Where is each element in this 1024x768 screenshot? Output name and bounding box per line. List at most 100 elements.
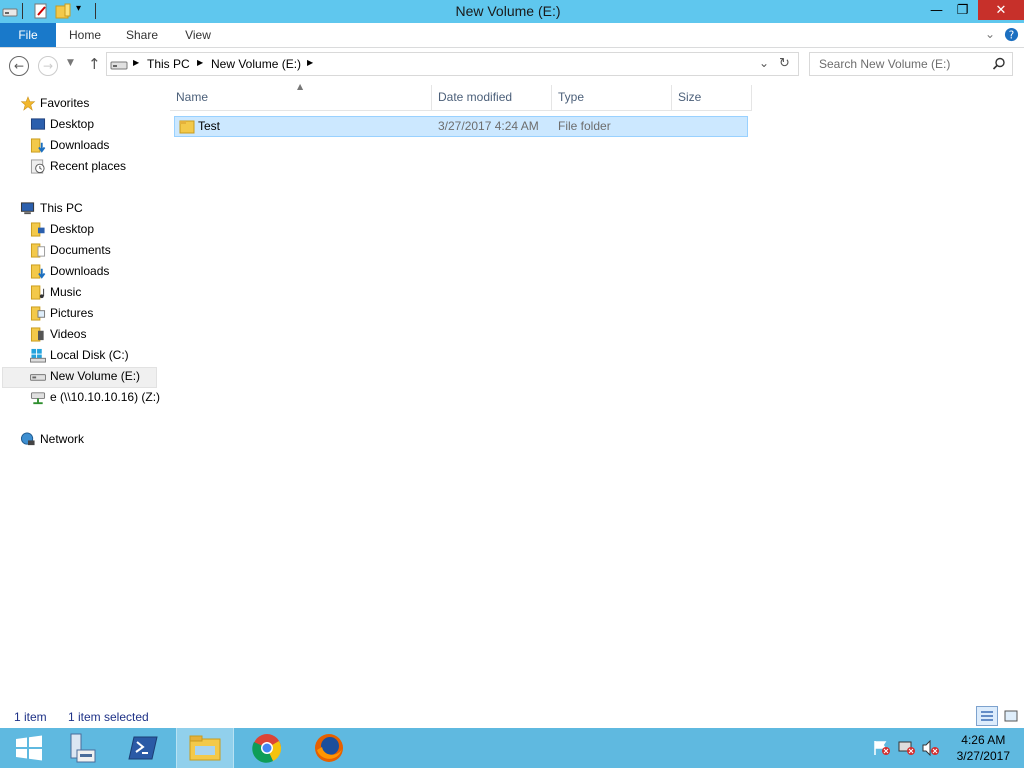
breadcrumb-this-pc[interactable]: This PC bbox=[147, 57, 190, 71]
nav-label: Documents bbox=[50, 243, 111, 257]
drive-icon bbox=[30, 374, 46, 381]
taskbar-firefox[interactable] bbox=[300, 728, 358, 768]
search-placeholder: Search New Volume (E:) bbox=[819, 57, 951, 71]
taskbar-file-explorer[interactable] bbox=[176, 728, 234, 768]
column-header-size[interactable]: Size bbox=[672, 85, 752, 110]
nav-label: Pictures bbox=[50, 306, 94, 320]
windows-logo-icon bbox=[16, 735, 42, 761]
taskbar-server-manager[interactable] bbox=[52, 728, 110, 768]
star-icon bbox=[20, 96, 36, 111]
nav-label: Local Disk (C:) bbox=[50, 348, 129, 362]
breadcrumb-chevron-icon[interactable]: ▶ bbox=[133, 58, 139, 67]
breadcrumb-chevron-icon[interactable]: ▶ bbox=[197, 58, 203, 67]
tab-home[interactable]: Home bbox=[62, 23, 108, 47]
nav-label: Downloads bbox=[50, 138, 110, 152]
close-icon: ✕ bbox=[995, 2, 1007, 18]
start-button[interactable] bbox=[0, 728, 58, 768]
recent-places-icon bbox=[30, 159, 45, 174]
volume-muted-icon[interactable] bbox=[922, 740, 940, 756]
music-icon bbox=[30, 285, 45, 300]
title-bar: ▾ New Volume (E:) — ❐ ✕ bbox=[0, 0, 1024, 23]
taskbar-chrome[interactable] bbox=[238, 728, 296, 768]
forward-button[interactable]: → bbox=[38, 56, 58, 76]
tab-share[interactable]: Share bbox=[120, 23, 164, 47]
nav-label: Downloads bbox=[50, 264, 110, 278]
action-center-flag-icon[interactable] bbox=[873, 740, 891, 756]
taskbar-powershell[interactable] bbox=[114, 728, 172, 768]
folder-icon bbox=[179, 120, 195, 134]
details-view-icon bbox=[981, 711, 993, 721]
nav-label: Network bbox=[40, 432, 85, 446]
address-row: ← → ▼ ↑ ▶ This PC ▶ New Volume (E:) ▶ ⌄ … bbox=[0, 48, 1024, 82]
navigation-pane: Favorites Desktop Downloads Recent place… bbox=[0, 82, 160, 702]
breadcrumb-chevron-icon[interactable]: ▶ bbox=[307, 58, 313, 67]
nav-label: Videos bbox=[50, 327, 87, 341]
restore-icon: ❐ bbox=[956, 2, 969, 18]
header-divider bbox=[170, 110, 752, 111]
recent-locations-dropdown-icon[interactable]: ▼ bbox=[67, 58, 74, 68]
drive-icon bbox=[110, 61, 128, 70]
large-icons-view-button[interactable] bbox=[1000, 706, 1022, 726]
selection-count: 1 item selected bbox=[68, 710, 149, 724]
restore-button[interactable]: ❐ bbox=[949, 0, 976, 20]
nav-label: Recent places bbox=[50, 159, 127, 173]
network-status-icon[interactable] bbox=[898, 740, 916, 756]
expand-ribbon-icon[interactable]: ⌄ bbox=[985, 27, 995, 41]
column-header-type[interactable]: Type bbox=[552, 85, 672, 110]
file-list: ▲ Name Date modified Type Size Test 3/27… bbox=[160, 82, 1024, 702]
windows-drive-icon bbox=[30, 348, 46, 363]
minimize-icon: — bbox=[930, 2, 943, 18]
taskbar: 4:26 AM 3/27/2017 bbox=[0, 728, 1024, 768]
documents-icon bbox=[30, 243, 46, 258]
firefox-icon bbox=[315, 734, 343, 762]
chrome-icon bbox=[252, 734, 282, 763]
desktop-folder-icon bbox=[30, 222, 45, 237]
desktop-icon bbox=[30, 118, 46, 130]
back-button[interactable]: ← bbox=[9, 56, 29, 76]
tab-view[interactable]: View bbox=[178, 23, 218, 47]
help-icon[interactable]: ? bbox=[1004, 27, 1019, 42]
system-clock[interactable]: 4:26 AM 3/27/2017 bbox=[957, 732, 1010, 764]
item-count: 1 item bbox=[14, 710, 47, 724]
minimize-button[interactable]: — bbox=[924, 0, 949, 20]
nav-label: Music bbox=[50, 285, 82, 299]
network-drive-icon bbox=[30, 392, 46, 405]
server-manager-icon bbox=[70, 733, 96, 763]
downloads-icon bbox=[30, 264, 46, 279]
tab-file[interactable]: File bbox=[0, 23, 56, 47]
arrow-left-icon: ← bbox=[13, 59, 25, 73]
file-type: File folder bbox=[558, 119, 611, 133]
status-bar: 1 item 1 item selected bbox=[0, 704, 1024, 728]
videos-icon bbox=[30, 327, 44, 342]
large-icons-view-icon bbox=[1004, 710, 1018, 722]
search-input[interactable]: Search New Volume (E:) bbox=[809, 52, 1013, 76]
svg-text:?: ? bbox=[1009, 29, 1014, 41]
breadcrumb-new-volume[interactable]: New Volume (E:) bbox=[211, 57, 301, 71]
network-icon bbox=[20, 432, 35, 446]
file-date-modified: 3/27/2017 4:24 AM bbox=[438, 119, 539, 133]
column-header-name[interactable]: Name bbox=[170, 85, 432, 110]
clock-date: 3/27/2017 bbox=[956, 749, 1010, 763]
pictures-icon bbox=[30, 306, 46, 321]
computer-icon bbox=[20, 202, 35, 215]
file-row[interactable]: Test 3/27/2017 4:24 AM File folder bbox=[174, 116, 748, 137]
ribbon: File Home Share View ⌄ ? bbox=[0, 23, 1024, 48]
nav-label: Favorites bbox=[40, 96, 90, 110]
search-icon[interactable] bbox=[992, 57, 1006, 71]
column-header-date-modified[interactable]: Date modified bbox=[432, 85, 552, 110]
nav-label: This PC bbox=[40, 201, 83, 215]
nav-label: Desktop bbox=[50, 117, 95, 131]
arrow-right-icon: → bbox=[42, 59, 54, 73]
details-view-button[interactable] bbox=[976, 706, 998, 726]
close-button[interactable]: ✕ bbox=[978, 0, 1024, 20]
up-arrow-icon[interactable]: ↑ bbox=[88, 55, 101, 73]
address-dropdown-icon[interactable]: ⌄ bbox=[759, 56, 769, 70]
nav-label: Desktop bbox=[50, 222, 95, 236]
powershell-icon bbox=[128, 736, 158, 760]
window-title: New Volume (E:) bbox=[455, 3, 561, 19]
file-explorer-icon bbox=[189, 735, 221, 761]
file-name: Test bbox=[198, 119, 221, 133]
refresh-icon[interactable]: ↻ bbox=[779, 56, 790, 71]
downloads-icon bbox=[30, 138, 46, 153]
address-bar[interactable]: ▶ This PC ▶ New Volume (E:) ▶ ⌄ ↻ bbox=[106, 52, 799, 76]
